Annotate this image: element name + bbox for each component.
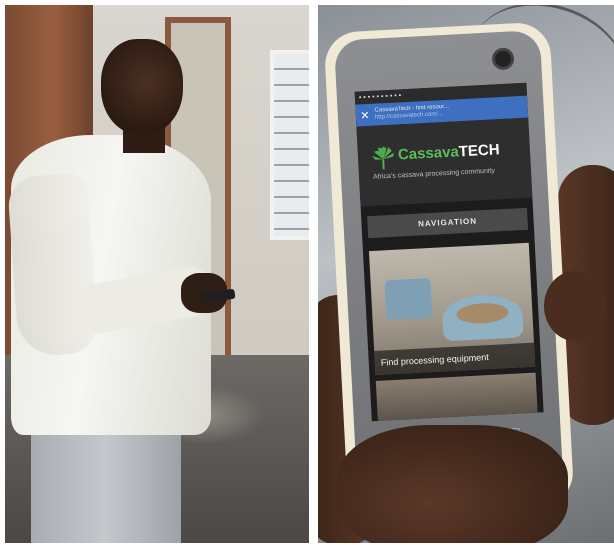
window (270, 50, 309, 240)
logo-prefix: Cassava (397, 143, 460, 164)
site-logo[interactable]: CassavaTECH (398, 141, 500, 163)
next-card[interactable] (375, 372, 538, 421)
machine-image (384, 277, 433, 321)
close-icon[interactable]: ✕ (360, 108, 371, 122)
card-caption: Find processing equipment (374, 342, 536, 375)
arm (6, 172, 100, 358)
navigation-menu-button[interactable]: NAVIGATION (367, 207, 529, 239)
thumb (544, 271, 606, 341)
phone-screen[interactable]: ▪ ▪ ▪ ▪ ▪ ▪ ▪ ▪ ▪ ▪ ✕ CassavaTech - find… (354, 82, 544, 422)
camera-icon (491, 47, 515, 71)
cassava-leaf-icon (371, 146, 394, 170)
left-photo (5, 5, 309, 543)
right-photo: ▪ ▪ ▪ ▪ ▪ ▪ ▪ ▪ ▪ ▪ ✕ CassavaTech - find… (318, 5, 614, 543)
machine-image (441, 293, 524, 342)
man-head (101, 39, 183, 135)
site-header: CassavaTECH Africa's cassava processing … (356, 117, 533, 207)
palm (338, 425, 568, 543)
logo-suffix: TECH (458, 141, 501, 161)
equipment-card[interactable]: Find processing equipment (368, 242, 536, 375)
